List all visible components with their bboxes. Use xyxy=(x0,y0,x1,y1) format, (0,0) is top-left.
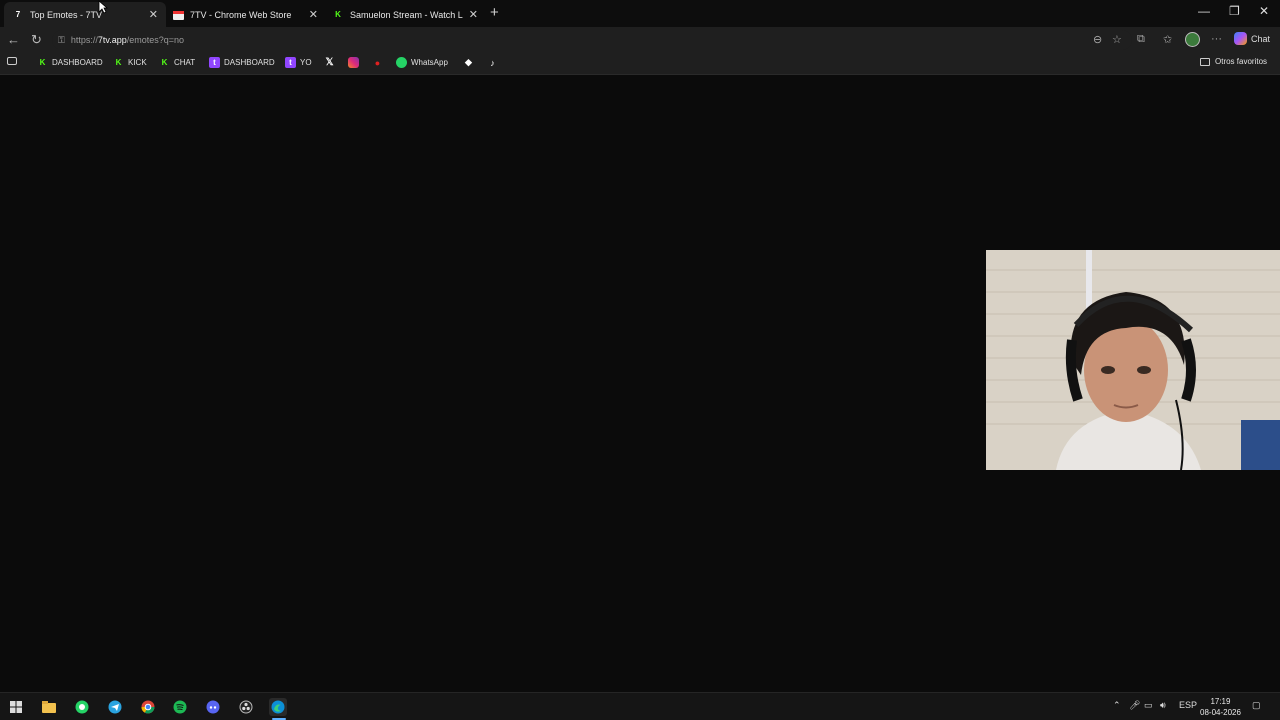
tab-samuelon-stream[interactable]: K Samuelon Stream - Watch Live on ✕ xyxy=(324,2,486,27)
chrome-icon[interactable] xyxy=(139,698,157,716)
tab-actions-icon[interactable] xyxy=(7,57,21,65)
youtube-icon: ● xyxy=(374,57,381,68)
copilot-icon xyxy=(1234,32,1247,45)
spotify-icon[interactable] xyxy=(171,698,189,716)
clock-time: 17:19 xyxy=(1210,697,1231,706)
whatsapp-icon[interactable] xyxy=(73,698,91,716)
7tv-icon: 7 xyxy=(15,10,21,19)
other-favorites-folder[interactable]: Otros favoritos xyxy=(1200,57,1267,66)
bookmark-yo[interactable]: t YO xyxy=(285,57,312,68)
webcam-overlay xyxy=(986,250,1280,470)
clock-date: 08-04-2026 xyxy=(1200,708,1241,717)
tab-title: Top Emotes - 7TV xyxy=(30,9,103,20)
telegram-icon[interactable] xyxy=(106,698,124,716)
mouse-cursor-icon xyxy=(98,0,108,14)
bookmark-diamond[interactable]: ◆ xyxy=(463,57,478,68)
profile-avatar[interactable] xyxy=(1185,32,1200,47)
favorite-star-icon[interactable]: ☆ xyxy=(1112,33,1122,46)
network-icon[interactable]: ▭ xyxy=(1144,700,1153,711)
windows-taskbar: ⌃ 🎤︎ ▭ 🔊︎ ESP 17:19 08-04-2026 ▢ xyxy=(0,692,1280,720)
bookmark-label: WhatsApp xyxy=(411,58,448,67)
twitch-icon: t xyxy=(209,57,220,68)
zoom-icon[interactable]: ⊖ xyxy=(1093,33,1102,46)
bookmark-label: KICK xyxy=(128,58,147,67)
bookmark-dashboard-kick[interactable]: K DASHBOARD xyxy=(37,57,103,68)
file-explorer-icon[interactable] xyxy=(40,698,58,716)
url-path: /emotes?q=no xyxy=(126,35,185,45)
close-icon[interactable]: ✕ xyxy=(469,8,478,21)
close-icon[interactable]: ✕ xyxy=(309,8,318,21)
kick-icon: K xyxy=(115,58,122,67)
folder-icon xyxy=(1200,57,1210,66)
bookmark-x[interactable]: 𝕏 xyxy=(324,57,339,68)
copilot-chat-button[interactable]: Chat xyxy=(1234,32,1270,45)
restore-icon[interactable]: ❐ xyxy=(1229,4,1240,18)
discord-icon[interactable] xyxy=(204,698,222,716)
volume-icon[interactable]: 🔊︎ xyxy=(1160,700,1166,711)
tab-title: Samuelon Stream - Watch Live on xyxy=(350,9,463,20)
tab-chrome-web-store[interactable]: 7TV - Chrome Web Store ✕ xyxy=(164,2,326,27)
instagram-icon xyxy=(348,57,359,68)
close-icon[interactable]: ✕ xyxy=(149,8,158,21)
language-indicator[interactable]: ESP xyxy=(1179,700,1197,710)
tab-top-emotes[interactable]: 7 Top Emotes - 7TV ✕ xyxy=(4,2,166,27)
tab-strip: 7 Top Emotes - 7TV ✕ 7TV - Chrome Web St… xyxy=(0,0,1280,27)
favorites-icon[interactable]: ✩ xyxy=(1163,33,1172,46)
diamond-icon: ◆ xyxy=(465,57,472,67)
back-icon[interactable]: ← xyxy=(7,32,20,47)
obs-icon[interactable] xyxy=(237,698,255,716)
start-menu-icon[interactable] xyxy=(7,698,25,716)
copilot-label: Chat xyxy=(1251,33,1271,44)
twitch-icon: t xyxy=(285,57,296,68)
url-prefix: https:// xyxy=(70,35,98,45)
bookmarks-bar: K DASHBOARD K KICK K CHAT t DASHBOARD t … xyxy=(0,53,1280,75)
kick-icon: K xyxy=(161,58,168,67)
tiktok-icon: ♪ xyxy=(490,57,495,68)
whatsapp-icon xyxy=(396,57,407,68)
url-domain: 7tv.app xyxy=(97,35,127,45)
reload-icon[interactable]: ↻ xyxy=(31,32,42,48)
microphone-icon[interactable]: 🎤︎ xyxy=(1129,700,1140,711)
tab-title: 7TV - Chrome Web Store xyxy=(190,9,292,20)
bookmark-instagram[interactable] xyxy=(348,57,363,68)
bookmark-label: YO xyxy=(300,58,312,67)
bookmark-tiktok[interactable]: ♪ xyxy=(487,57,502,68)
extensions-icon[interactable]: ⧉ xyxy=(1137,33,1145,46)
bookmark-whatsapp[interactable]: WhatsApp xyxy=(396,57,448,68)
minimize-icon[interactable]: — xyxy=(1198,4,1210,18)
notifications-icon[interactable]: ▢ xyxy=(1252,700,1261,711)
bookmark-dashboard-twitch[interactable]: t DASHBOARD xyxy=(209,57,275,68)
edge-icon[interactable] xyxy=(269,698,287,716)
other-favorites-label: Otros favoritos xyxy=(1215,57,1268,66)
new-tab-icon[interactable]: + xyxy=(490,4,499,21)
webcam-person-image xyxy=(986,250,1280,470)
bookmark-youtube[interactable]: ● xyxy=(372,57,387,68)
bookmark-chat[interactable]: K CHAT xyxy=(159,57,196,68)
bookmark-kick[interactable]: K KICK xyxy=(113,57,147,68)
system-clock[interactable]: 17:19 08-04-2026 xyxy=(1200,696,1241,718)
x-icon: 𝕏 xyxy=(325,57,334,68)
bookmark-label: DASHBOARD xyxy=(224,58,275,67)
kick-icon: K xyxy=(335,10,341,19)
kick-icon: K xyxy=(39,58,46,67)
bookmark-label: CHAT xyxy=(174,58,196,67)
more-menu-icon[interactable]: ··· xyxy=(1211,33,1222,45)
address-bar[interactable]: ⚿ https:// 7tv.app /emotes?q=no xyxy=(52,30,1132,50)
bookmark-label: DASHBOARD xyxy=(52,58,103,67)
browser-toolbar: ← ↻ ⚿ https:// 7tv.app /emotes?q=no ⊖ ☆ … xyxy=(0,27,1280,53)
tray-overflow-icon[interactable]: ⌃ xyxy=(1113,700,1121,711)
webstore-icon xyxy=(172,9,184,21)
tab-actions-menu-icon xyxy=(7,57,17,65)
window-close-icon[interactable]: ✕ xyxy=(1259,4,1269,18)
site-info-icon[interactable]: ⚿ xyxy=(58,35,65,46)
